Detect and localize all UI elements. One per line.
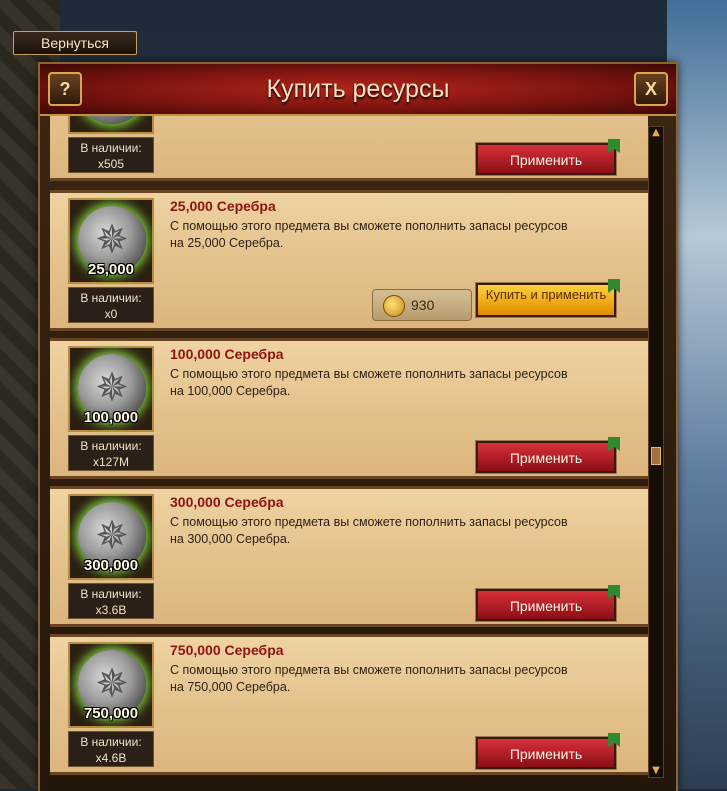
apply-button[interactable]: Применить	[475, 437, 620, 474]
stock-count: x3.6B	[95, 603, 127, 617]
list-item: ✵ 100,000 100,000 Серебра С помощью этог…	[50, 338, 648, 479]
stock-count: x505	[97, 157, 125, 171]
list-item: ✵ 300,000 300,000 Серебра С помощью этог…	[50, 486, 648, 627]
coin-amount: 25,000	[88, 261, 134, 278]
item-name: 300,000 Серебра	[170, 494, 284, 510]
item-list: ✵ В наличии: x505 Применить ✵ 25,000 25,…	[50, 116, 648, 791]
gold-coin-icon	[383, 295, 405, 317]
close-button[interactable]: X	[634, 72, 668, 106]
scrollbar[interactable]: ▲ ▼	[648, 126, 664, 778]
apply-button[interactable]: Применить	[475, 733, 620, 770]
buy-and-apply-button[interactable]: Купить и применить	[475, 279, 620, 318]
item-icon-frame: ✵ 300,000	[68, 494, 154, 580]
list-item: ✵ 25,000 25,000 Серебра С помощью этого …	[50, 190, 648, 331]
stock-badge: В наличии: x505	[68, 137, 154, 173]
apply-button[interactable]: Применить	[475, 585, 620, 622]
item-name: 750,000 Серебра	[170, 642, 284, 658]
stock-badge: В наличии: x3.6B	[68, 583, 154, 619]
item-description: С помощью этого предмета вы сможете попо…	[170, 219, 568, 250]
stock-badge: В наличии: x0	[68, 287, 154, 323]
dialog-title: Купить ресурсы	[266, 75, 450, 103]
list-item: ✵ В наличии: x505 Применить	[50, 116, 648, 181]
coin-amount: 300,000	[83, 557, 139, 574]
scroll-up-icon[interactable]: ▲	[649, 127, 663, 139]
scroll-down-icon[interactable]: ▼	[649, 765, 663, 777]
ribbon-icon	[608, 437, 620, 451]
price-tag: 930	[372, 289, 472, 321]
item-icon-frame: ✵	[68, 116, 154, 134]
dialog-header: ? Купить ресурсы X	[40, 64, 676, 116]
coin-amount: 750,000	[83, 705, 139, 722]
item-name: 100,000 Серебра	[170, 346, 284, 362]
stock-badge: В наличии: x127M	[68, 435, 154, 471]
item-icon-frame: ✵ 25,000	[68, 198, 154, 284]
back-button[interactable]: Вернуться	[13, 31, 137, 55]
item-name: 25,000 Серебра	[170, 198, 276, 214]
stock-count: x0	[104, 307, 118, 321]
price-value: 930	[411, 297, 435, 313]
buy-resources-dialog: ? Купить ресурсы X ✵ В наличии: x505 При…	[38, 62, 678, 791]
item-description: С помощью этого предмета вы сможете попо…	[170, 367, 568, 398]
stock-count: x127M	[92, 455, 130, 469]
ribbon-icon	[608, 279, 620, 293]
coin-amount: 100,000	[83, 409, 139, 426]
scroll-thumb[interactable]	[651, 447, 661, 465]
stock-badge: В наличии: x4.6B	[68, 731, 154, 767]
item-icon-frame: ✵ 750,000	[68, 642, 154, 728]
ribbon-icon	[608, 139, 620, 153]
apply-button[interactable]: Применить	[475, 139, 620, 176]
item-icon-frame: ✵ 100,000	[68, 346, 154, 432]
list-item: ✵ 750,000 750,000 Серебра С помощью этог…	[50, 634, 648, 775]
stock-count: x4.6B	[95, 751, 127, 765]
ribbon-icon	[608, 585, 620, 599]
item-description: С помощью этого предмета вы сможете попо…	[170, 663, 568, 694]
silver-coin-icon: ✵	[78, 116, 146, 124]
item-description: С помощью этого предмета вы сможете попо…	[170, 515, 568, 546]
ribbon-icon	[608, 733, 620, 747]
